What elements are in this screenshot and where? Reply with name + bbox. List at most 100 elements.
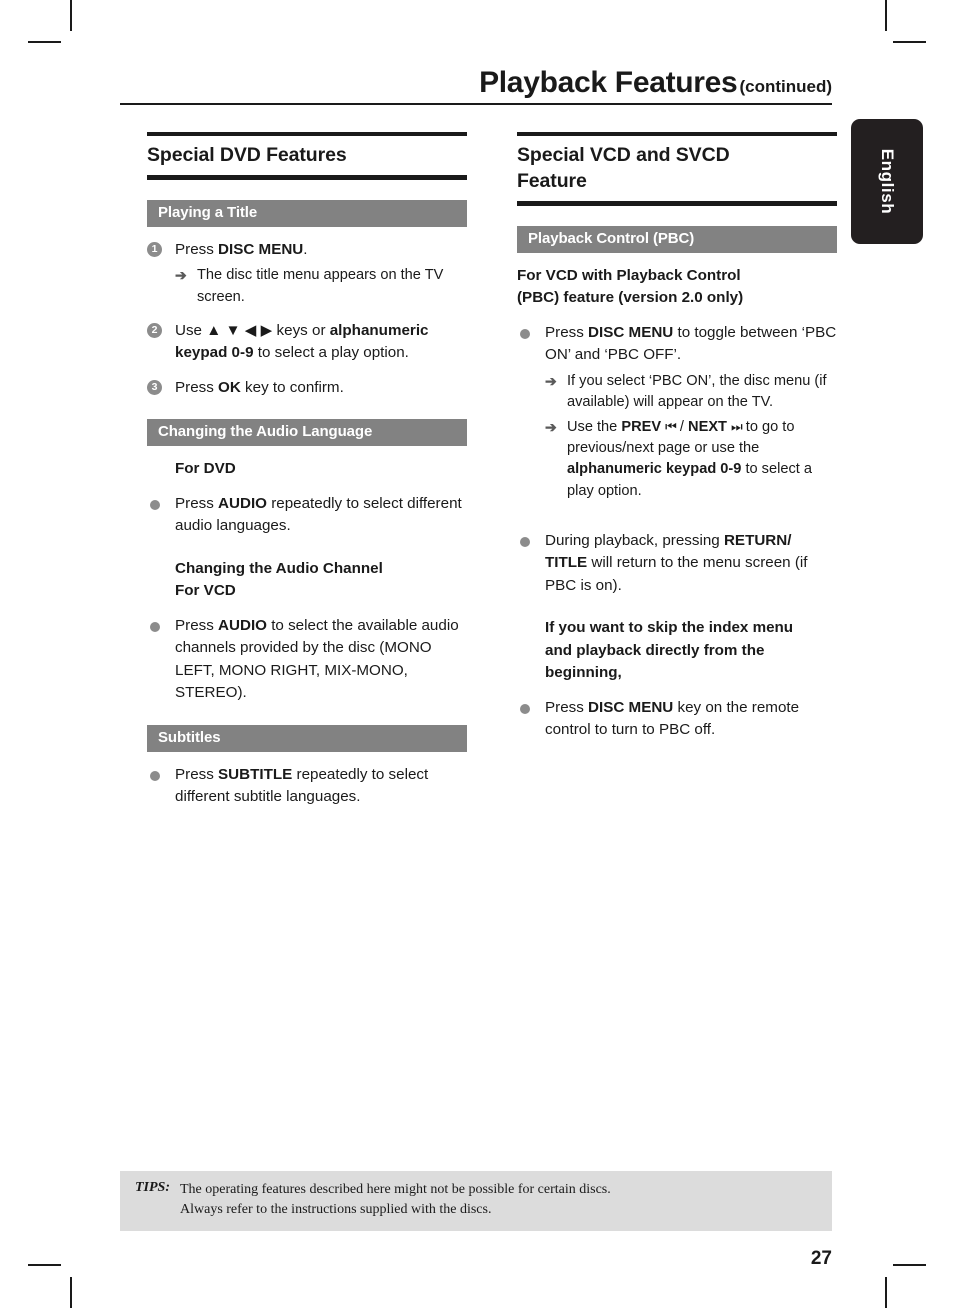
heading-skip-line2: and playback directly from the	[545, 641, 765, 659]
bullet-dot-icon	[520, 703, 530, 714]
crop-mark-top-right-v	[885, 0, 887, 31]
bullet-disc-menu-off: Press DISC MENU key on the remote contro…	[517, 697, 837, 742]
bullet-subtitle: Press SUBTITLE repeatedly to select diff…	[147, 764, 467, 809]
crop-mark-bottom-left-v	[70, 1277, 72, 1308]
heading-for-dvd: For DVD	[175, 460, 236, 478]
bullet-off-key: DISC MENU	[588, 698, 674, 716]
crop-mark-bottom-right-v	[885, 1277, 887, 1308]
crop-mark-top-left-h	[28, 41, 61, 43]
bullet-dot-icon	[150, 499, 160, 510]
pbc-sub-2-sep: /	[675, 419, 689, 436]
crop-mark-top-left-v	[70, 0, 72, 31]
bullet-return-pre: During playback, pressing	[545, 531, 724, 549]
bullet-disc-menu-off-text: Press DISC MENU key on the remote contro…	[545, 697, 837, 742]
step-3: 3 Press OK key to confirm.	[147, 377, 467, 400]
step-1-key: DISC MENU	[218, 240, 304, 258]
bullet-pbc-pre: Press	[545, 323, 589, 341]
crop-mark-bottom-left-h	[28, 1264, 61, 1266]
pbc-sub-2-pre: Use the	[567, 419, 622, 436]
step-3-text-pre: Press	[175, 378, 219, 396]
bullet-vcd-pre: Press	[175, 616, 219, 634]
bullet-pbc-toggle: Press DISC MENU to toggle between ‘PBC O…	[517, 322, 837, 502]
crop-mark-top-right-h	[893, 41, 926, 43]
direction-keys-icon: ▲ ▼ ◀ ▶	[206, 321, 273, 339]
step-2-text-mid: keys or	[272, 321, 330, 339]
step-1-result: ➔ The disc title menu appears on the TV …	[175, 265, 467, 307]
heading-audio-channel-line2: For VCD	[175, 582, 236, 600]
heading-skip-line1: If you want to skip the index menu	[545, 619, 794, 637]
bullet-dot-icon	[150, 770, 160, 781]
section-heading-dvd: Special DVD Features	[147, 132, 467, 180]
bullet-subtitle-pre: Press	[175, 765, 219, 783]
next-key-label: NEXT	[688, 419, 727, 436]
heading-audio-channel-line1: Changing the Audio Channel	[175, 559, 383, 577]
subhead-playback-control: Playback Control (PBC)	[517, 225, 837, 253]
bullet-dot-icon	[150, 621, 160, 632]
subhead-subtitles: Subtitles	[147, 724, 467, 752]
step-2-text-post: to select a play option.	[253, 344, 409, 362]
bullet-vcd-key: AUDIO	[218, 616, 267, 634]
step-2-text-pre: Use	[175, 321, 207, 339]
arrow-icon: ➔	[175, 267, 187, 284]
page-title-continued: (continued)	[739, 77, 832, 96]
step-1-text-pre: Press	[175, 240, 219, 258]
section-title-dvd: Special DVD Features	[147, 144, 347, 166]
prev-track-icon: ⏮	[665, 419, 677, 435]
section-heading-vcd: Special VCD and SVCD Feature	[517, 132, 837, 206]
tips-line-1: The operating features described here mi…	[180, 1182, 611, 1197]
bullet-pbc-key: DISC MENU	[588, 323, 674, 341]
prev-key-label: PREV	[621, 419, 662, 436]
pbc-sub-1: ➔ If you select ‘PBC ON’, the disc menu …	[545, 371, 837, 413]
step-3-text: Press OK key to confirm.	[175, 377, 467, 400]
step-2: 2 Use ▲ ▼ ◀ ▶ keys or alphanumeric keypa…	[147, 320, 467, 365]
left-column: Special DVD Features Playing a Title 1 P…	[147, 132, 467, 809]
pbc-sub-2-bold: alphanumeric keypad 0-9	[567, 461, 742, 478]
bullet-return-title: During playback, pressing RETURN/ TITLE …	[517, 530, 837, 598]
step-1-text: Press DISC MENU.	[175, 239, 467, 262]
section-title-vcd-line1: Special VCD and SVCD	[517, 144, 730, 166]
bullet-dvd-audio: Press AUDIO repeatedly to select differe…	[147, 493, 467, 538]
heading-skip-line3: beginning,	[545, 664, 622, 682]
pbc-sub-1-text: If you select ‘PBC ON’, the disc menu (i…	[567, 372, 827, 410]
bullet-return-title-text: During playback, pressing RETURN/ TITLE …	[545, 530, 837, 598]
bullet-vcd-audio-text: Press AUDIO to select the available audi…	[175, 615, 467, 705]
step-number-badge: 1	[147, 241, 162, 257]
bullet-off-pre: Press	[545, 698, 589, 716]
language-tab: English	[851, 119, 923, 244]
bullet-dot-icon	[520, 536, 530, 547]
bullet-dvd-audio-text: Press AUDIO repeatedly to select differe…	[175, 493, 467, 538]
arrow-icon: ➔	[545, 372, 557, 389]
document-page: Playback Features (continued) English Spe…	[0, 0, 954, 1308]
step-1: 1 Press DISC MENU. ➔ The disc title menu…	[147, 239, 467, 308]
page-header: Playback Features (continued)	[120, 66, 832, 105]
step-3-key: OK	[218, 378, 241, 396]
bullet-dvd-pre: Press	[175, 494, 219, 512]
right-column: Special VCD and SVCD Feature Playback Co…	[517, 132, 837, 742]
step-number-badge: 3	[147, 379, 162, 395]
bullet-pbc-toggle-text: Press DISC MENU to toggle between ‘PBC O…	[545, 322, 837, 367]
page-title: Playback Features	[479, 66, 738, 99]
language-tab-label: English	[878, 148, 897, 215]
tips-line-2: Always refer to the instructions supplie…	[180, 1202, 492, 1218]
tips-label: TIPS:	[135, 1180, 170, 1195]
heading-pbc-line1: For VCD with Playback Control	[517, 266, 741, 284]
tips-footer: TIPS: The operating features described h…	[120, 1171, 832, 1231]
step-3-text-post: key to confirm.	[240, 378, 344, 396]
next-track-icon: ⏭	[731, 419, 743, 435]
arrow-icon: ➔	[545, 419, 557, 436]
bullet-vcd-audio: Press AUDIO to select the available audi…	[147, 615, 467, 705]
bullet-dvd-key: AUDIO	[218, 494, 267, 512]
step-1-text-post: .	[303, 240, 308, 258]
step-1-result-text: The disc title menu appears on the TV sc…	[197, 267, 444, 305]
bullet-subtitle-text: Press SUBTITLE repeatedly to select diff…	[175, 764, 467, 809]
bullet-subtitle-key: SUBTITLE	[218, 765, 293, 783]
step-number-badge: 2	[147, 322, 162, 338]
subhead-playing-a-title: Playing a Title	[147, 199, 467, 227]
bullet-dot-icon	[520, 328, 530, 339]
tips-content: The operating features described here mi…	[180, 1180, 611, 1221]
pbc-sub-2: ➔ Use the PREV ⏮ / NEXT ⏭ to go to previ…	[545, 417, 837, 502]
section-title-vcd-line2: Feature	[517, 169, 587, 192]
heading-pbc-line2: (PBC) feature (version 2.0 only)	[517, 289, 744, 307]
page-number: 27	[810, 1248, 832, 1269]
crop-mark-bottom-right-h	[893, 1264, 926, 1266]
